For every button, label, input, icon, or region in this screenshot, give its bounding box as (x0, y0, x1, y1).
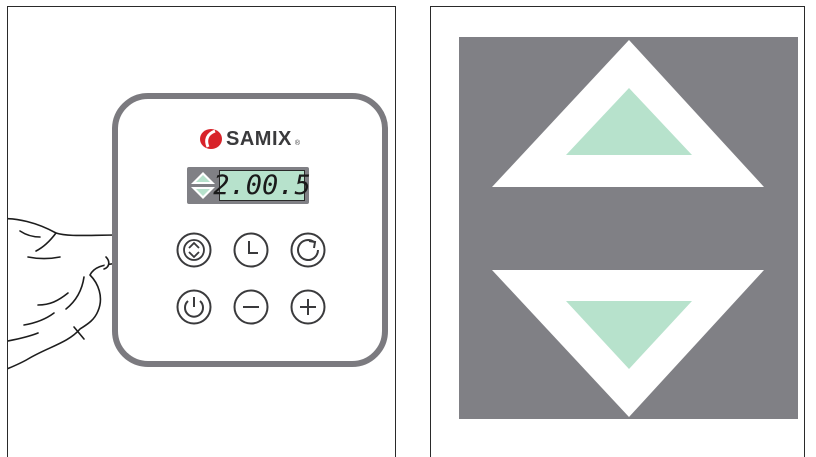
minus-button[interactable] (232, 288, 270, 326)
up-down-chevron-icon (176, 232, 212, 268)
power-button[interactable] (175, 288, 213, 326)
registered-mark: ® (294, 140, 301, 147)
up-down-button[interactable] (175, 231, 213, 269)
clock-icon (233, 232, 269, 268)
up-down-indicator-icon (191, 172, 215, 199)
up-down-arrows-icon (459, 37, 798, 419)
plus-button[interactable] (289, 288, 327, 326)
up-down-key-closeup-panel (430, 6, 805, 457)
lcd-readout: 2.00.5 (213, 170, 311, 201)
display-unit: 2.00.5 (187, 167, 311, 204)
rotate-icon (290, 232, 326, 268)
samix-logo-icon (200, 129, 222, 149)
brand-logo: SAMIX ® (199, 127, 300, 151)
plus-icon (290, 289, 326, 325)
rotation-button[interactable] (289, 231, 327, 269)
device-illustration-panel: SAMIX ® 2.00.5 (7, 6, 396, 457)
minus-icon (233, 289, 269, 325)
brand-name: SAMIX (226, 128, 292, 150)
power-icon (176, 289, 212, 325)
timer-button[interactable] (232, 231, 270, 269)
